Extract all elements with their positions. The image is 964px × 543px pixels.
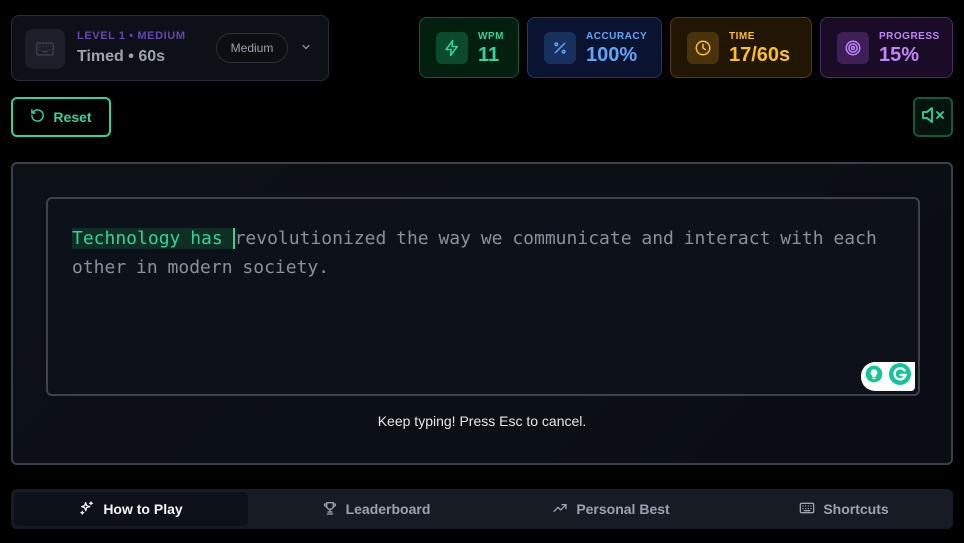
tab-leaderboard[interactable]: Leaderboard [259, 492, 493, 526]
typing-game-app: LEVEL 1 • MEDIUM Timed • 60s Medium WPM … [0, 0, 964, 543]
typed-text: Technology has [72, 228, 233, 249]
current-char: r [232, 228, 246, 249]
clock-icon [687, 32, 719, 64]
tab-how-to-play[interactable]: How to Play [14, 492, 248, 526]
typing-area[interactable]: Technology has revolutionized the way we… [46, 197, 920, 396]
accuracy-value: 100% [586, 44, 638, 66]
tab-personal-best[interactable]: Personal Best [494, 492, 728, 526]
percent-icon [544, 32, 576, 64]
volume-mute-icon [921, 103, 945, 132]
sparkles-icon [79, 500, 95, 519]
reset-label: Reset [53, 109, 92, 125]
accuracy-stat: ACCURACY 100% [527, 17, 662, 78]
time-stat: TIME 17/60s [670, 17, 812, 78]
level-subtitle: LEVEL 1 • MEDIUM [77, 30, 186, 42]
tab-label: How to Play [103, 501, 183, 517]
tab-label: Shortcuts [823, 501, 889, 517]
lightbulb-icon[interactable] [864, 364, 884, 389]
reset-button[interactable]: Reset [11, 97, 111, 137]
chevron-down-icon[interactable] [300, 40, 312, 58]
keyboard-icon [799, 500, 815, 519]
tab-shortcuts[interactable]: Shortcuts [727, 492, 961, 526]
progress-stat: PROGRESS 15% [820, 17, 953, 78]
trophy-icon [322, 500, 338, 519]
progress-value: 15% [879, 44, 920, 66]
wpm-value: 11 [478, 44, 500, 66]
time-label: TIME [729, 31, 755, 42]
level-card: LEVEL 1 • MEDIUM Timed • 60s Medium [11, 15, 329, 81]
reset-icon [30, 108, 45, 126]
level-title: Timed • 60s [77, 48, 166, 65]
mute-button[interactable] [913, 97, 953, 137]
tab-label: Personal Best [576, 501, 670, 517]
bottom-nav: How to Play Leaderboard Personal Best Sh… [11, 489, 953, 529]
typing-panel: Technology has revolutionized the way we… [11, 162, 953, 465]
trending-up-icon [552, 500, 568, 519]
passage-text: Technology has revolutionized the way we… [72, 224, 902, 282]
status-hint: Keep typing! Press Esc to cancel. [377, 413, 587, 429]
keyboard-icon [25, 29, 65, 69]
grammarly-icon[interactable] [888, 362, 912, 391]
accuracy-label: ACCURACY [586, 31, 648, 42]
wpm-stat: WPM 11 [419, 17, 519, 78]
difficulty-select[interactable]: Medium [216, 33, 288, 63]
time-value: 17/60s [729, 44, 791, 66]
target-icon [837, 32, 869, 64]
lightning-icon [436, 32, 468, 64]
progress-label: PROGRESS [879, 31, 940, 42]
grammarly-widget[interactable] [861, 362, 915, 391]
wpm-label: WPM [478, 31, 504, 42]
tab-label: Leaderboard [345, 501, 431, 517]
